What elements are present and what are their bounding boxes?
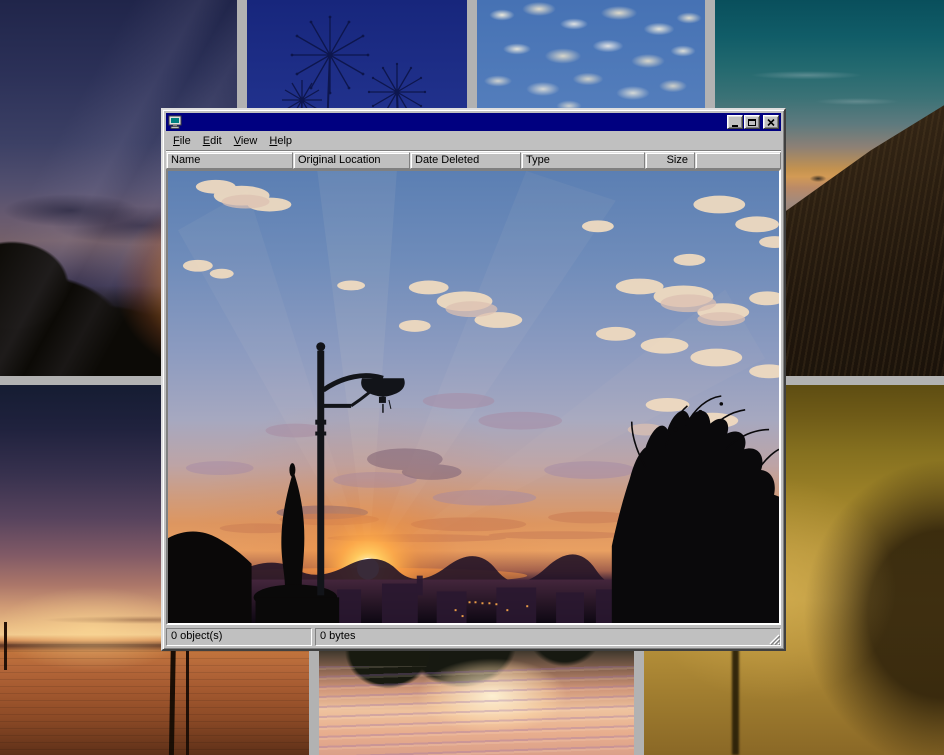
column-header-name[interactable]: Name [166,152,293,169]
column-headers: Name Original Location Date Deleted Type… [166,152,781,169]
file-list-area[interactable] [166,169,781,625]
recycle-bin-window: File Edit View Help Name Original Locati… [161,108,786,651]
menu-file[interactable]: File [167,133,197,149]
water-ripples [319,666,634,755]
maximize-icon [748,119,756,126]
menu-view[interactable]: View [228,133,264,149]
computer-icon [168,115,182,129]
menu-edit[interactable]: Edit [197,133,228,149]
column-header-original-location[interactable]: Original Location [293,152,410,169]
minimize-icon [732,125,738,127]
minimize-button[interactable] [727,115,743,129]
water-ripples [0,644,309,755]
column-header-date-deleted[interactable]: Date Deleted [410,152,521,169]
desktop-background: File Edit View Help Name Original Locati… [0,0,944,755]
status-object-count: 0 object(s) [166,628,312,646]
maximize-button[interactable] [744,115,760,129]
resize-grip[interactable] [767,632,780,645]
titlebar[interactable] [166,113,781,131]
column-header-empty[interactable] [695,152,781,169]
status-size: 0 bytes [315,628,781,646]
column-header-type[interactable]: Type [521,152,645,169]
menu-help[interactable]: Help [263,133,298,149]
status-bar: 0 object(s) 0 bytes [166,628,781,646]
column-header-size[interactable]: Size [645,152,695,169]
sunset-street-lamp-photo [168,171,779,623]
menu-bar: File Edit View Help [166,131,781,151]
close-button[interactable] [763,115,779,129]
close-icon [767,119,775,126]
